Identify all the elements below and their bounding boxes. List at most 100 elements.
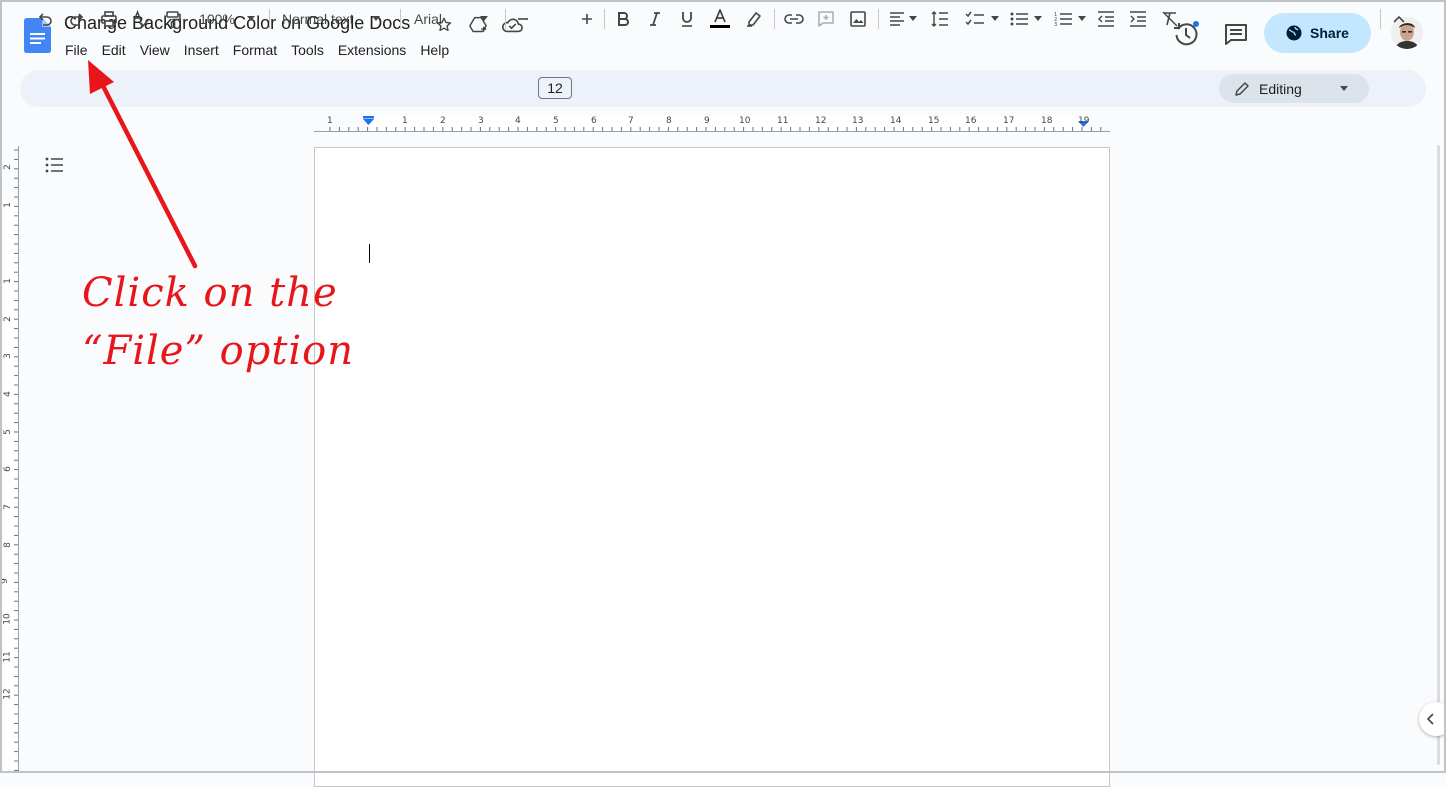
toolbar-divider — [269, 9, 270, 29]
increase-font-size-icon[interactable] — [578, 0, 596, 37]
toolbar — [20, 70, 1426, 107]
ruler-label: 3 — [2, 353, 13, 359]
undo-icon[interactable] — [34, 0, 56, 37]
text-color-icon[interactable] — [708, 0, 732, 37]
menu-insert[interactable]: Insert — [177, 40, 226, 60]
ruler-label: 9 — [704, 116, 710, 126]
chevron-down-icon — [1034, 16, 1042, 21]
checklist-icon[interactable] — [962, 0, 1002, 37]
redo-icon[interactable] — [66, 0, 88, 37]
bold-icon[interactable] — [612, 0, 634, 37]
chevron-down-icon — [991, 16, 999, 21]
annotation-text: Click on the “File” option — [82, 264, 355, 380]
document-page[interactable] — [314, 147, 1110, 787]
ruler-label: 8 — [666, 116, 672, 126]
globe-icon — [1286, 25, 1302, 41]
ruler-label: 2 — [2, 316, 13, 322]
ruler-label: 2 — [440, 116, 446, 126]
ruler-label: 10 — [2, 613, 13, 625]
ruler-label: 19 — [1078, 116, 1090, 126]
ruler-label: 3 — [478, 116, 484, 126]
editing-mode-label: Editing — [1259, 80, 1302, 97]
menu-file[interactable]: File — [58, 40, 95, 60]
annotation-line-2: “File” option — [82, 328, 355, 374]
vertical-ruler[interactable]: 2 1 1 2 3 4 5 6 7 8 9 10 11 12 — [0, 146, 19, 773]
highlight-icon[interactable] — [742, 0, 766, 37]
ruler-label: 11 — [2, 651, 13, 663]
ruler-label: 17 — [1003, 116, 1015, 126]
italic-icon[interactable] — [644, 0, 666, 37]
document-outline-icon[interactable] — [44, 155, 64, 175]
ruler-label: 7 — [628, 116, 634, 126]
increase-indent-icon[interactable] — [1126, 0, 1150, 37]
decrease-font-size-icon[interactable] — [514, 0, 532, 37]
menu-extensions[interactable]: Extensions — [331, 40, 413, 60]
ruler-label: 4 — [2, 391, 13, 397]
toolbar-divider — [505, 9, 506, 29]
ruler-label: 10 — [739, 116, 751, 126]
font-family-select[interactable]: Arial — [414, 0, 494, 37]
ruler-label: 11 — [777, 116, 789, 126]
align-icon[interactable] — [886, 0, 920, 37]
collapse-toolbar-icon[interactable] — [1388, 0, 1410, 37]
add-comment-icon[interactable] — [814, 0, 838, 37]
side-panel-toggle[interactable] — [1419, 702, 1446, 736]
paragraph-style-select[interactable]: Normal text — [282, 0, 388, 37]
ruler-label: 18 — [1041, 116, 1053, 126]
menu-bar: File Edit View Insert Format Tools Exten… — [58, 40, 456, 60]
paint-format-icon[interactable] — [162, 0, 184, 37]
annotation-line-1: Click on the — [82, 270, 338, 316]
decrease-indent-icon[interactable] — [1094, 0, 1118, 37]
ruler-label: 16 — [965, 116, 977, 126]
zoom-value: 100% — [199, 10, 235, 27]
ruler-label: 13 — [852, 116, 864, 126]
menu-format[interactable]: Format — [226, 40, 284, 60]
ruler-label: 1 — [402, 116, 408, 126]
link-icon[interactable] — [782, 0, 806, 37]
clear-formatting-icon[interactable] — [1158, 0, 1182, 37]
paragraph-style-value: Normal text — [282, 10, 354, 27]
pencil-icon — [1235, 81, 1249, 96]
vertical-scrollbar[interactable] — [1437, 145, 1440, 765]
editing-mode-select[interactable]: Editing — [1219, 74, 1369, 103]
ruler-label: 1 — [2, 202, 13, 208]
ruler-label: 4 — [515, 116, 521, 126]
menu-edit[interactable]: Edit — [95, 40, 133, 60]
menu-view[interactable]: View — [133, 40, 177, 60]
share-label: Share — [1310, 25, 1349, 41]
ruler-label: 1 — [327, 116, 333, 126]
insert-image-icon[interactable] — [846, 0, 870, 37]
numbered-list-icon[interactable]: 123 — [1050, 0, 1090, 37]
chevron-down-icon — [909, 16, 917, 21]
ruler-label: 9 — [0, 578, 10, 584]
ruler-label: 6 — [591, 116, 597, 126]
font-family-value: Arial — [414, 10, 443, 27]
zoom-select[interactable]: 100% — [194, 0, 260, 37]
toolbar-divider — [878, 9, 879, 29]
bulleted-list-icon[interactable] — [1006, 0, 1046, 37]
share-button[interactable]: Share — [1264, 13, 1371, 53]
ruler-label: 7 — [2, 504, 13, 510]
ruler-label: 12 — [815, 116, 827, 126]
comments-icon[interactable] — [1222, 21, 1250, 49]
chevron-down-icon — [480, 16, 489, 21]
chevron-down-icon — [1078, 16, 1086, 21]
font-size-input[interactable]: 12 — [538, 77, 572, 99]
horizontal-ruler[interactable]: 1 1 2 3 4 5 6 7 8 9 10 11 12 13 14 15 16… — [314, 116, 1110, 132]
chevron-down-icon — [371, 16, 380, 21]
ruler-label: 6 — [2, 466, 13, 472]
print-icon[interactable] — [98, 0, 120, 37]
underline-icon[interactable] — [676, 0, 698, 37]
menu-tools[interactable]: Tools — [284, 40, 331, 60]
ruler-label: 2 — [2, 164, 13, 170]
toolbar-divider — [604, 9, 605, 29]
ruler-label: 8 — [2, 542, 13, 548]
svg-text:3: 3 — [1054, 22, 1057, 27]
ruler-label: 5 — [553, 116, 559, 126]
toolbar-divider — [774, 9, 775, 29]
menu-help[interactable]: Help — [413, 40, 456, 60]
line-spacing-icon[interactable] — [928, 0, 952, 37]
spellcheck-icon[interactable] — [130, 0, 152, 37]
chevron-down-icon — [1339, 86, 1348, 91]
toolbar-divider — [400, 9, 401, 29]
